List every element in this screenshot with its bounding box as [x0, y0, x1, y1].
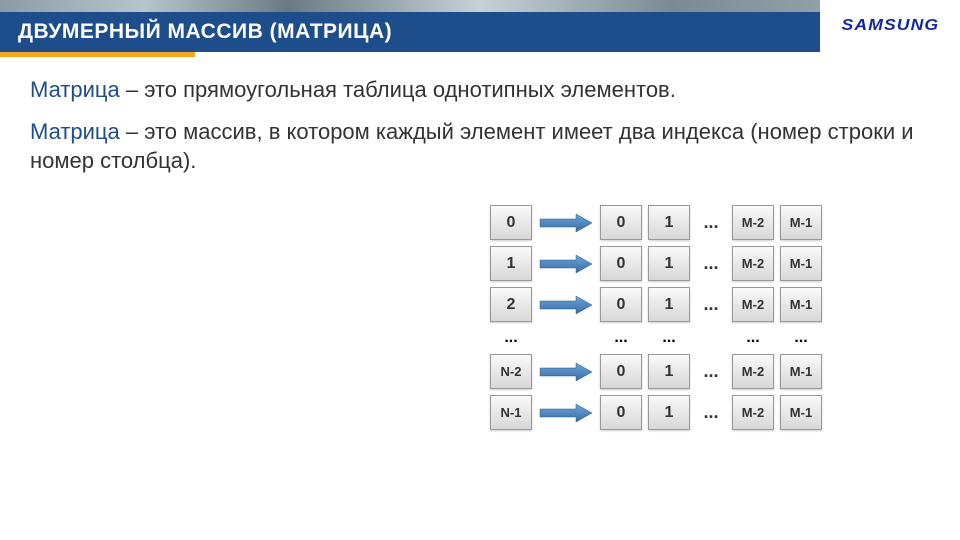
col-cell: 0: [600, 287, 642, 322]
arrow-icon: [538, 360, 594, 384]
col-cell: 1: [648, 205, 690, 240]
row-label-cell: 1: [490, 246, 532, 281]
col-cell: 0: [600, 246, 642, 281]
col-cell: M-1: [780, 246, 822, 281]
row-label-cell: 0: [490, 205, 532, 240]
arrow-icon: [538, 211, 594, 235]
row-label-cell: N-1: [490, 395, 532, 430]
col-cell: M-1: [780, 354, 822, 389]
col-cell: M-2: [732, 246, 774, 281]
col-cell: M-1: [780, 287, 822, 322]
arrow-icon: [538, 252, 594, 276]
arrow-icon: [538, 293, 594, 317]
col-cell: 1: [648, 246, 690, 281]
ellipsis: ...: [696, 253, 726, 274]
col-cell: M-1: [780, 205, 822, 240]
col-cell: M-2: [732, 395, 774, 430]
ellipsis: ...: [696, 212, 726, 233]
arrow-icon: [538, 401, 594, 425]
header-bar: ДВУМЕРНЫЙ МАССИВ (МАТРИЦА): [0, 12, 960, 52]
ellipsis: ...: [696, 402, 726, 423]
ellipsis: ...: [696, 361, 726, 382]
content-area: Матрица – это прямоугольная таблица одно…: [30, 75, 930, 188]
term-1: Матрица: [30, 77, 120, 102]
col-cell: 1: [648, 395, 690, 430]
ellipsis: ...: [732, 329, 774, 347]
page-title: ДВУМЕРНЫЙ МАССИВ (МАТРИЦА): [18, 20, 392, 44]
col-cell: 0: [600, 205, 642, 240]
ellipsis: ...: [648, 329, 690, 347]
diagram-row: 2 0 1 ... M-2 M-1: [490, 287, 930, 322]
col-cell: 0: [600, 395, 642, 430]
paragraph-1: Матрица – это прямоугольная таблица одно…: [30, 75, 930, 105]
col-cell: M-2: [732, 287, 774, 322]
col-cell: 1: [648, 287, 690, 322]
col-cell: 1: [648, 354, 690, 389]
diagram-ellipsis-row: ... ... ... ... ...: [490, 328, 930, 348]
title-underline: [0, 52, 195, 57]
row-label-cell: 2: [490, 287, 532, 322]
col-cell: M-2: [732, 354, 774, 389]
diagram-row: 1 0 1 ... M-2 M-1: [490, 246, 930, 281]
samsung-logo: SAMSUNG: [841, 17, 939, 35]
para2-text: – это массив, в котором каждый элемент и…: [30, 119, 914, 174]
row-label-cell: N-2: [490, 354, 532, 389]
term-2: Матрица: [30, 119, 120, 144]
diagram-row: N-1 0 1 ... M-2 M-1: [490, 395, 930, 430]
diagram-row: N-2 0 1 ... M-2 M-1: [490, 354, 930, 389]
diagram-row: 0 0 1 ... M-2 M-1: [490, 205, 930, 240]
ellipsis: ...: [600, 329, 642, 347]
col-cell: M-2: [732, 205, 774, 240]
col-cell: M-1: [780, 395, 822, 430]
paragraph-2: Матрица – это массив, в котором каждый э…: [30, 117, 930, 176]
logo-container: SAMSUNG: [820, 0, 960, 52]
ellipsis: ...: [780, 329, 822, 347]
top-decoration: [0, 0, 960, 12]
ellipsis: ...: [490, 329, 532, 347]
ellipsis: ...: [696, 294, 726, 315]
col-cell: 0: [600, 354, 642, 389]
para1-text: – это прямоугольная таблица однотипных э…: [120, 77, 676, 102]
matrix-diagram: 0 0 1 ... M-2 M-1 1 0 1 ... M-2 M-1 2 0 …: [490, 205, 930, 436]
